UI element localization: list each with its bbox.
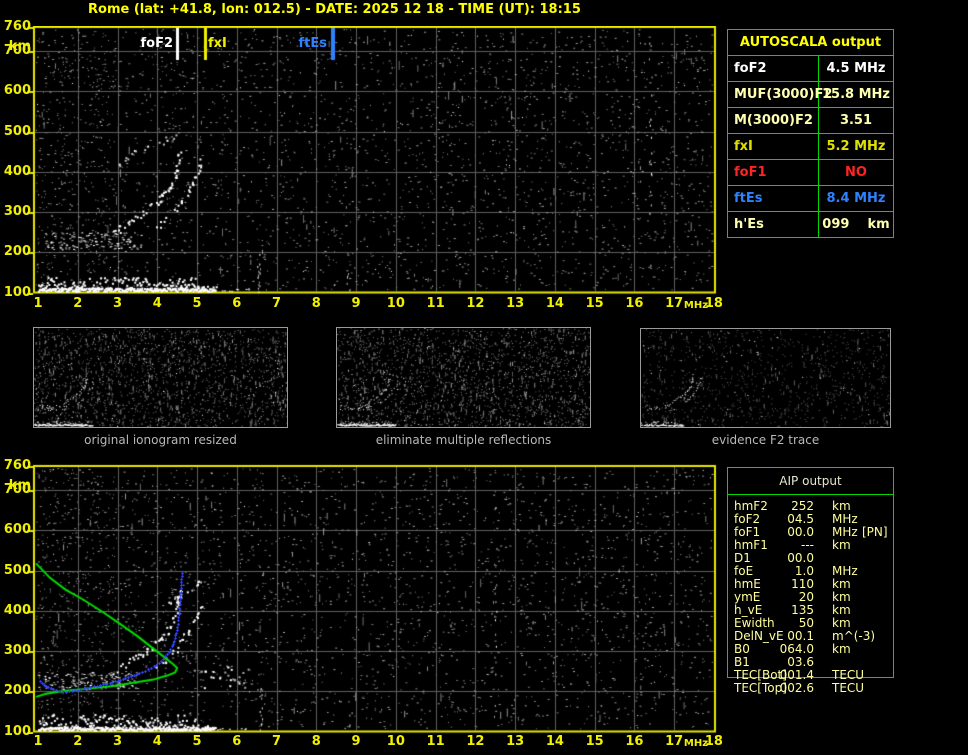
- aip-u: km: [832, 538, 851, 552]
- y-axis-unit-label: km: [8, 478, 31, 493]
- x-tick-label: 7: [272, 734, 282, 749]
- autoscala-row-ftEs: ftEs 8.4 MHz: [728, 185, 893, 211]
- thumbnail-eliminate-reflections: [336, 327, 591, 428]
- x-axis-unit-label: MHz: [683, 738, 709, 749]
- y-tick-label: 760: [3, 458, 31, 473]
- x-tick-label: 13: [506, 734, 525, 749]
- x-tick-label: 1: [33, 296, 43, 311]
- top-ionogram-canvas: [3, 26, 717, 295]
- y-tick-label: 600: [3, 83, 31, 99]
- marker-label-ftEs: ftEs: [298, 36, 328, 51]
- aip-u: km: [832, 642, 851, 656]
- autoscala-row-label: ftEs: [728, 186, 819, 211]
- y-tick-label: 400: [3, 163, 31, 179]
- y-axis-unit-label: km: [8, 39, 31, 54]
- autoscala-row-label: MUF(3000)F2: [728, 82, 832, 107]
- y-tick-label: 600: [3, 522, 31, 538]
- x-tick-label: 12: [466, 734, 485, 749]
- autoscala-row-label: h'Es: [728, 212, 819, 237]
- x-tick-label: 16: [625, 296, 644, 311]
- autoscala-row-M(3000)F2: M(3000)F2 3.51: [728, 107, 893, 133]
- autoscala-row-value: 15.8 MHz: [822, 87, 890, 102]
- aip-u: TECU: [832, 681, 865, 695]
- x-tick-label: 2: [73, 734, 83, 749]
- x-tick-label: 14: [545, 296, 564, 311]
- autoscala-row-h'Es: h'Es 099 km: [728, 211, 893, 237]
- x-tick-label: 2: [73, 296, 83, 311]
- thumbnail-evidence-f2: [640, 328, 891, 428]
- x-tick-label: 4: [152, 296, 162, 311]
- autoscala-row-fxI: fxI 5.2 MHz: [728, 133, 893, 159]
- thumbnail-caption-original: original ionogram resized: [84, 433, 237, 447]
- x-tick-label: 4: [152, 734, 162, 749]
- x-tick-label: 6: [232, 734, 242, 749]
- bottom-ionogram-canvas: [3, 464, 717, 734]
- autoscala-screen: Rome (lat: +41.8, lon: 012.5) - DATE: 20…: [0, 0, 968, 755]
- thumbnail-caption-evidence: evidence F2 trace: [711, 433, 820, 447]
- y-tick-label: 300: [3, 643, 31, 659]
- x-tick-label: 15: [585, 296, 604, 311]
- y-tick-label: 760: [3, 19, 31, 34]
- thumbnail-caption-eliminate: eliminate multiple reflections: [375, 433, 552, 447]
- autoscala-row-value: 3.51: [839, 113, 873, 128]
- thumbnail-original-ionogram: [33, 327, 288, 428]
- autoscala-row-foF1: foF1 NO: [728, 159, 893, 185]
- x-tick-label: 1: [33, 734, 43, 749]
- aip-table-title: AIP output: [728, 468, 893, 495]
- x-tick-label: 8: [311, 734, 321, 749]
- autoscala-row-MUF(3000)F2: MUF(3000)F2 15.8 MHz: [728, 81, 893, 107]
- y-tick-label: 300: [3, 204, 31, 220]
- x-tick-label: 9: [351, 296, 361, 311]
- x-axis-unit-label: MHz: [683, 300, 709, 311]
- x-tick-label: 7: [272, 296, 282, 311]
- x-tick-label: 16: [625, 734, 644, 749]
- y-tick-label: 200: [3, 244, 31, 260]
- x-tick-label: 5: [192, 734, 202, 749]
- x-tick-label: 6: [232, 296, 242, 311]
- y-tick-label: 500: [3, 562, 31, 578]
- autoscala-row-value: NO: [845, 165, 867, 180]
- x-tick-label: 11: [426, 296, 445, 311]
- autoscala-output-table: AUTOSCALA output foF2 4.5 MHz MUF(3000)F2 1…: [727, 29, 894, 238]
- aip-row-TEC[Top]: TEC[Top] 002.6 TECU: [728, 682, 893, 695]
- aip-x: [PN]: [862, 525, 888, 539]
- x-tick-label: 5: [192, 296, 202, 311]
- autoscala-row-foF2: foF2 4.5 MHz: [728, 55, 893, 81]
- autoscala-row-label: M(3000)F2: [728, 108, 819, 133]
- y-tick-label: 400: [3, 602, 31, 618]
- x-tick-label: 13: [506, 296, 525, 311]
- autoscala-row-value: 099 km: [822, 217, 890, 232]
- autoscala-row-label: foF1: [728, 160, 819, 185]
- aip-v: 002.6: [779, 681, 814, 695]
- x-tick-label: 12: [466, 296, 485, 311]
- x-tick-label: 11: [426, 734, 445, 749]
- page-title: Rome (lat: +41.8, lon: 012.5) - DATE: 20…: [88, 2, 581, 17]
- x-tick-label: 8: [311, 296, 321, 311]
- thumbnail-eliminate-canvas: [337, 328, 590, 427]
- x-tick-label: 3: [112, 734, 123, 749]
- autoscala-row-label: foF2: [728, 56, 819, 81]
- marker-label-foF2: foF2: [140, 36, 173, 51]
- x-tick-label: 15: [585, 734, 604, 749]
- thumbnail-evidence-canvas: [641, 329, 890, 427]
- x-tick-label: 10: [386, 734, 405, 749]
- marker-label-fxI: fxI: [208, 36, 227, 51]
- autoscala-row-value: 5.2 MHz: [826, 139, 886, 154]
- aip-output-table: AIP output hmF2 252 km foF2 04.5 MHz foF1 00.0 M…: [727, 467, 894, 695]
- x-tick-label: 14: [545, 734, 564, 749]
- x-tick-label: 3: [112, 296, 123, 311]
- autoscala-row-label: fxI: [728, 134, 819, 159]
- autoscala-row-value: 4.5 MHz: [826, 61, 886, 76]
- autoscala-table-title: AUTOSCALA output: [739, 35, 882, 50]
- y-tick-label: 500: [3, 123, 31, 139]
- x-tick-label: 10: [386, 296, 405, 311]
- autoscala-row-value: 8.4 MHz: [826, 191, 886, 206]
- y-tick-label: 200: [3, 683, 31, 699]
- x-tick-label: 9: [351, 734, 361, 749]
- thumbnail-original-canvas: [34, 328, 287, 427]
